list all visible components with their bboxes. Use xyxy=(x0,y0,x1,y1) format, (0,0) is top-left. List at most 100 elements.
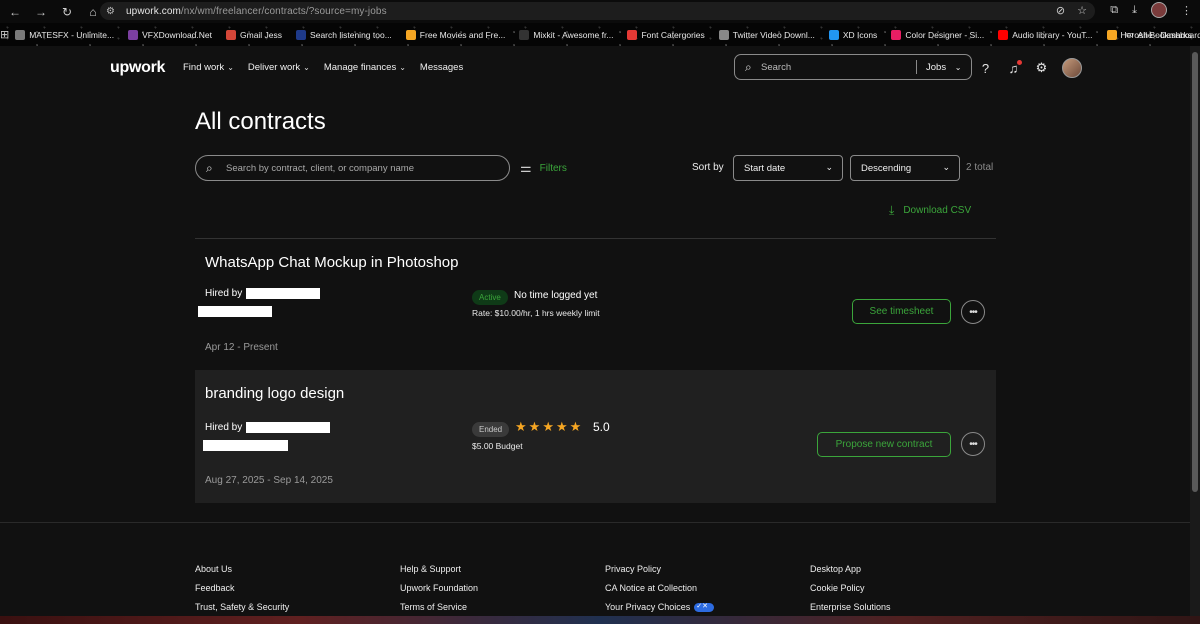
contract-title[interactable]: branding logo design xyxy=(205,385,344,402)
address-bar[interactable]: ⚙ upwork.com/nx/wm/freelancer/contracts/… xyxy=(100,2,1095,20)
nav-item[interactable]: Messages xyxy=(420,62,463,73)
footer-link[interactable]: Feedback xyxy=(195,583,289,593)
footer-link[interactable]: Upwork Foundation xyxy=(400,583,478,593)
apps-grid-icon[interactable]: ⊞ xyxy=(0,28,9,41)
taskbar-strip xyxy=(0,616,1200,624)
bookmark-label: Gmail Jess xyxy=(240,29,283,40)
see-timesheet-button[interactable]: See timesheet xyxy=(852,299,951,324)
footer-column-2: Help & Support Upwork Foundation Terms of … xyxy=(400,564,478,612)
footer-link[interactable]: Help & Support xyxy=(400,564,478,574)
scroll-thumb[interactable] xyxy=(1192,52,1198,492)
more-options-icon[interactable]: ••• xyxy=(961,300,985,324)
help-icon[interactable]: ? xyxy=(978,60,993,76)
header-search-placeholder: Search xyxy=(761,62,792,73)
propose-new-contract-button[interactable]: Propose new contract xyxy=(817,432,951,457)
bookmark-favicon-icon xyxy=(519,29,530,40)
status-text: No time logged yet xyxy=(514,290,598,301)
footer-column-4: Desktop App Cookie Policy Enterprise Solut… xyxy=(810,564,891,612)
bookmark-item[interactable]: XD Icons xyxy=(828,29,877,40)
redacted-client xyxy=(246,288,321,299)
star-icon: ★ xyxy=(528,419,541,434)
bookmark-item[interactable]: Search listening too... xyxy=(296,29,392,40)
footer-link[interactable]: Your Privacy Choices xyxy=(605,602,715,612)
forward-icon[interactable]: → xyxy=(30,2,52,22)
notification-bell-icon[interactable]: ♫ xyxy=(1006,60,1022,76)
contract-card[interactable]: branding logo design Hired by Ended ★ ★ ★ ★… xyxy=(195,370,996,503)
nav-item[interactable]: Manage finances ⌄ xyxy=(324,62,406,73)
eye-off-icon[interactable]: ⊘ xyxy=(1056,4,1065,17)
bookmark-item[interactable]: Mixkit - Awesome fr... xyxy=(519,29,613,40)
user-avatar[interactable] xyxy=(1062,58,1082,78)
page-scrollbar[interactable] xyxy=(1190,46,1200,624)
hired-by: Hired by xyxy=(205,288,321,299)
nav-item[interactable]: Find work ⌄ xyxy=(183,62,234,73)
reload-icon[interactable]: ↻ xyxy=(56,2,78,22)
sort-field-select[interactable]: Start date ⌄ xyxy=(733,155,843,181)
search-scope-select[interactable]: Jobs ⌄ xyxy=(926,62,961,73)
all-bookmarks[interactable]: ▭ All Bookmarks xyxy=(1126,29,1192,40)
bookmarks-bar: ⊞ MATESFX - Unlimite... VFXDownload.Net Gm… xyxy=(0,23,1200,46)
status-badge: Active xyxy=(472,290,508,305)
download-csv-button[interactable]: ⤓ Download CSV xyxy=(889,203,971,218)
bookmark-item[interactable]: VFXDownload.Net xyxy=(128,29,212,40)
extensions-icon[interactable]: ⧉ xyxy=(1110,4,1118,17)
bookmark-item[interactable]: MATESFX - Unlimite... xyxy=(15,29,114,40)
bookmark-label: VFXDownload.Net xyxy=(142,29,212,40)
footer-link[interactable]: Desktop App xyxy=(810,564,891,574)
footer-link[interactable]: About Us xyxy=(195,564,289,574)
bookmark-favicon-icon xyxy=(15,29,26,40)
nav-item-label: Manage finances xyxy=(323,62,397,73)
site-info-icon[interactable]: ⚙ xyxy=(106,6,122,17)
bookmark-item[interactable]: Free Movies and Fre... xyxy=(405,29,505,40)
star-icon: ★ xyxy=(555,419,568,434)
sliders-icon: ⚌ xyxy=(520,160,532,175)
footer-link[interactable]: CA Notice at Collection xyxy=(605,583,714,593)
rate-text: Rate: $10.00/hr, 1 hrs weekly limit xyxy=(472,308,600,318)
download-icon[interactable]: ⤓ xyxy=(1132,4,1137,17)
bookmark-favicon-icon xyxy=(405,29,416,40)
settings-icon[interactable]: ⚙ xyxy=(1034,60,1049,76)
nav-item-label: Find work xyxy=(183,62,225,73)
footer-link[interactable]: Cookie Policy xyxy=(810,583,891,593)
bookmark-label: Audio library - YouT... xyxy=(1012,29,1093,40)
bookmark-item[interactable]: Twitter Video Downl... xyxy=(718,29,815,40)
nav-item-label: Deliver work xyxy=(247,62,301,73)
footer-divider xyxy=(0,522,1190,523)
footer-link[interactable]: Trust, Safety & Security xyxy=(195,602,289,612)
chevron-down-icon: ⌄ xyxy=(825,162,833,172)
back-icon[interactable]: ← xyxy=(4,2,26,22)
bookmark-item[interactable]: Color Designer - Si... xyxy=(891,29,984,40)
privacy-choices-icon xyxy=(694,602,715,612)
bookmark-item[interactable]: Font Catergories xyxy=(627,29,705,40)
footer-column-3: Privacy Policy CA Notice at Collection You… xyxy=(605,564,715,612)
filters-button[interactable]: ⚌ Filters xyxy=(520,160,567,176)
contract-search-input[interactable]: ⌕ Search by contract, client, or company… xyxy=(195,155,510,181)
sort-order-select[interactable]: Descending ⌄ xyxy=(850,155,960,181)
url-text: upwork.com/nx/wm/freelancer/contracts/?s… xyxy=(126,5,387,17)
bookmark-label: Search listening too... xyxy=(310,29,392,40)
profile-avatar[interactable] xyxy=(1151,2,1167,18)
footer-link[interactable]: Terms of Service xyxy=(400,602,478,612)
contract-title[interactable]: WhatsApp Chat Mockup in Photoshop xyxy=(205,254,458,271)
redacted-company xyxy=(203,440,288,451)
more-options-icon[interactable]: ••• xyxy=(961,432,985,456)
footer-link[interactable]: Privacy Policy xyxy=(605,564,714,574)
nav-item[interactable]: Deliver work ⌄ xyxy=(248,62,310,73)
contract-card[interactable]: WhatsApp Chat Mockup in Photoshop Hired … xyxy=(195,239,996,369)
budget-text: $5.00 Budget xyxy=(472,441,523,451)
bookmark-item[interactable]: Audio library - YouT... xyxy=(998,29,1093,40)
footer-column-1: About Us Feedback Trust, Safety & Security xyxy=(195,564,289,612)
header-search[interactable]: ⌕ Search Jobs ⌄ xyxy=(734,54,972,80)
bookmark-star-icon[interactable]: ☆ xyxy=(1077,4,1087,17)
notification-dot xyxy=(1017,60,1022,65)
sort-order-value: Descending xyxy=(861,163,912,174)
menu-icon[interactable]: ⋮ xyxy=(1181,4,1192,17)
upwork-logo[interactable]: upwork xyxy=(110,59,165,77)
bookmark-favicon-icon xyxy=(296,29,307,40)
hired-by-label: Hired by xyxy=(205,422,243,433)
bookmark-favicon-icon xyxy=(828,29,839,40)
footer-link[interactable]: Enterprise Solutions xyxy=(810,602,891,612)
bookmark-item[interactable]: Gmail Jess xyxy=(226,29,283,40)
star-icon: ★ xyxy=(515,419,527,434)
see-timesheet-label: See timesheet xyxy=(869,306,934,317)
